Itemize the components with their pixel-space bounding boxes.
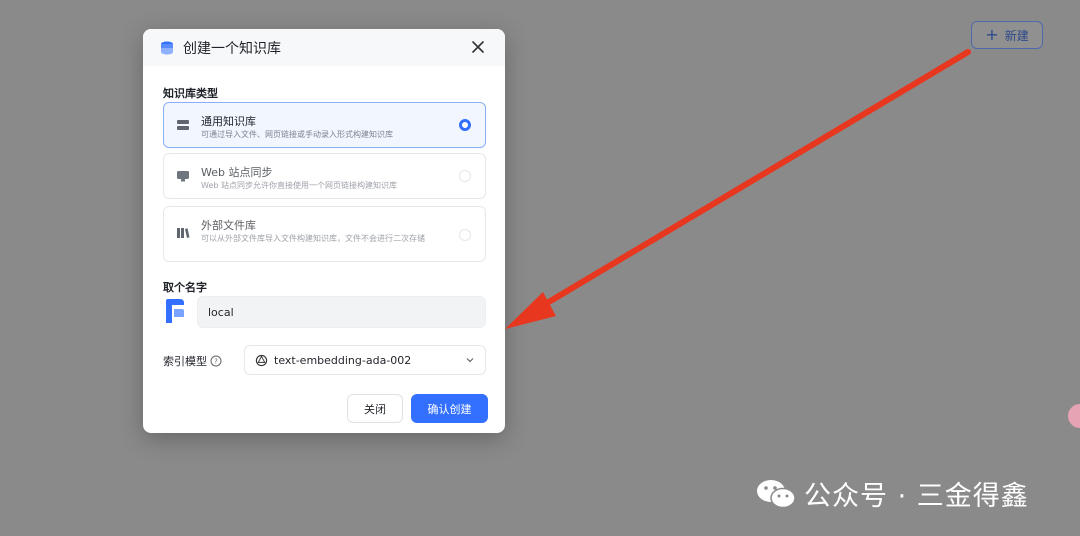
openai-icon (255, 354, 268, 366)
index-model-label-group: 索引模型 ? (163, 353, 222, 369)
type-section-label: 知识库类型 (163, 87, 218, 100)
index-model-label: 索引模型 (163, 355, 207, 368)
watermark-text: 公众号 · 三金得鑫 (804, 481, 1029, 512)
option-desc: Web 站点同步允许你直接使用一个网页链接构建知识库 (201, 181, 397, 190)
books-icon (177, 228, 190, 238)
svg-text:?: ? (214, 358, 218, 366)
option-title: Web 站点同步 (201, 166, 273, 179)
monitor-icon (177, 171, 189, 182)
confirm-create-button[interactable]: 确认创建 (411, 394, 488, 423)
index-model-value: text-embedding-ada-002 (274, 353, 412, 367)
name-section-label: 取个名字 (163, 281, 207, 294)
option-title: 通用知识库 (201, 115, 256, 128)
help-icon[interactable]: ? (210, 355, 222, 367)
create-knowledge-base-dialog: 创建一个知识库 知识库类型 通用知识库 可通过导入文件、网页链接或手动录入形式构… (143, 29, 505, 433)
wechat-icon (757, 479, 796, 508)
chevron-down-icon (466, 358, 474, 363)
option-desc: 可以从外部文件库导入文件构建知识库，文件不会进行二次存储 (201, 234, 425, 243)
close-icon[interactable] (469, 38, 487, 56)
radio-unselected[interactable] (459, 229, 471, 241)
option-desc: 可通过导入文件、网页链接或手动录入形式构建知识库 (201, 130, 393, 139)
database-icon (177, 120, 189, 130)
dialog-title: 创建一个知识库 (183, 40, 281, 57)
option-external-files[interactable]: 外部文件库 可以从外部文件库导入文件构建知识库，文件不会进行二次存储 (163, 206, 486, 262)
kb-name-input[interactable] (197, 296, 486, 328)
new-button[interactable]: + 新建 (971, 21, 1043, 49)
option-web-sync[interactable]: Web 站点同步 Web 站点同步允许你直接使用一个网页链接构建知识库 (163, 153, 486, 199)
kb-avatar-icon[interactable] (163, 297, 187, 325)
new-button-label: 新建 (1004, 28, 1029, 43)
option-general-kb[interactable]: 通用知识库 可通过导入文件、网页链接或手动录入形式构建知识库 (163, 102, 486, 148)
index-model-select[interactable]: text-embedding-ada-002 (244, 345, 486, 375)
watermark: 公众号 · 三金得鑫 (756, 474, 1029, 513)
knowledge-base-icon (161, 41, 173, 54)
option-title: 外部文件库 (201, 219, 256, 232)
dialog-header: 创建一个知识库 (143, 29, 505, 66)
radio-selected[interactable] (459, 119, 471, 131)
radio-unselected[interactable] (459, 170, 471, 182)
plus-icon: + (985, 25, 999, 44)
floating-bubble[interactable] (1068, 404, 1080, 428)
close-button[interactable]: 关闭 (347, 394, 403, 423)
